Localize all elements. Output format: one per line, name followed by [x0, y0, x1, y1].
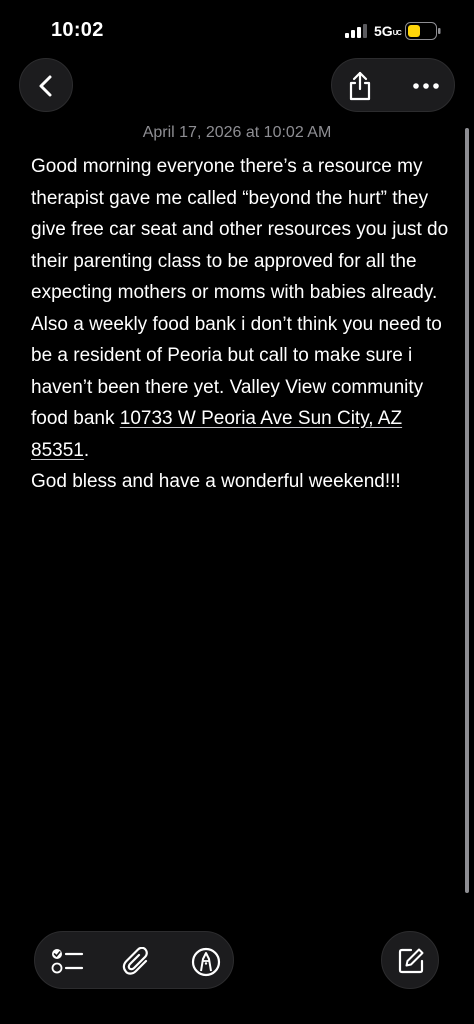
status-time: 10:02: [51, 19, 104, 41]
note-body[interactable]: Good morning everyone there’s a resource…: [31, 151, 451, 498]
compose-button[interactable]: [381, 931, 439, 989]
note-paragraph-1: Good morning everyone there’s a resource…: [31, 156, 449, 303]
compose-icon: [398, 948, 424, 974]
bottom-toolbar: [34, 931, 234, 989]
network-type-label: 5GUC: [374, 23, 402, 39]
chevron-left-icon: [39, 75, 52, 97]
checklist-icon[interactable]: [51, 947, 85, 975]
scroll-indicator[interactable]: [465, 128, 469, 893]
markup-pen-icon[interactable]: [191, 947, 221, 977]
note-paragraph-2: Also a weekly food bank i don’t think yo…: [31, 309, 451, 467]
status-bar: 10:02 5GUC: [0, 0, 474, 60]
paperclip-icon[interactable]: [122, 947, 152, 977]
note-date: April 17, 2026 at 10:02 AM: [142, 124, 332, 141]
note-paragraph-3: God bless and have a wonderful weekend!!…: [31, 471, 401, 492]
battery-icon: [405, 22, 441, 40]
share-icon[interactable]: [347, 71, 373, 101]
note-paragraph-2-end: .: [83, 439, 90, 461]
cellular-signal-icon: [345, 24, 367, 38]
top-actions-group: [331, 58, 455, 112]
network-suffix: UC: [392, 30, 402, 37]
back-button[interactable]: [19, 58, 73, 112]
ellipsis-icon[interactable]: [412, 82, 440, 90]
